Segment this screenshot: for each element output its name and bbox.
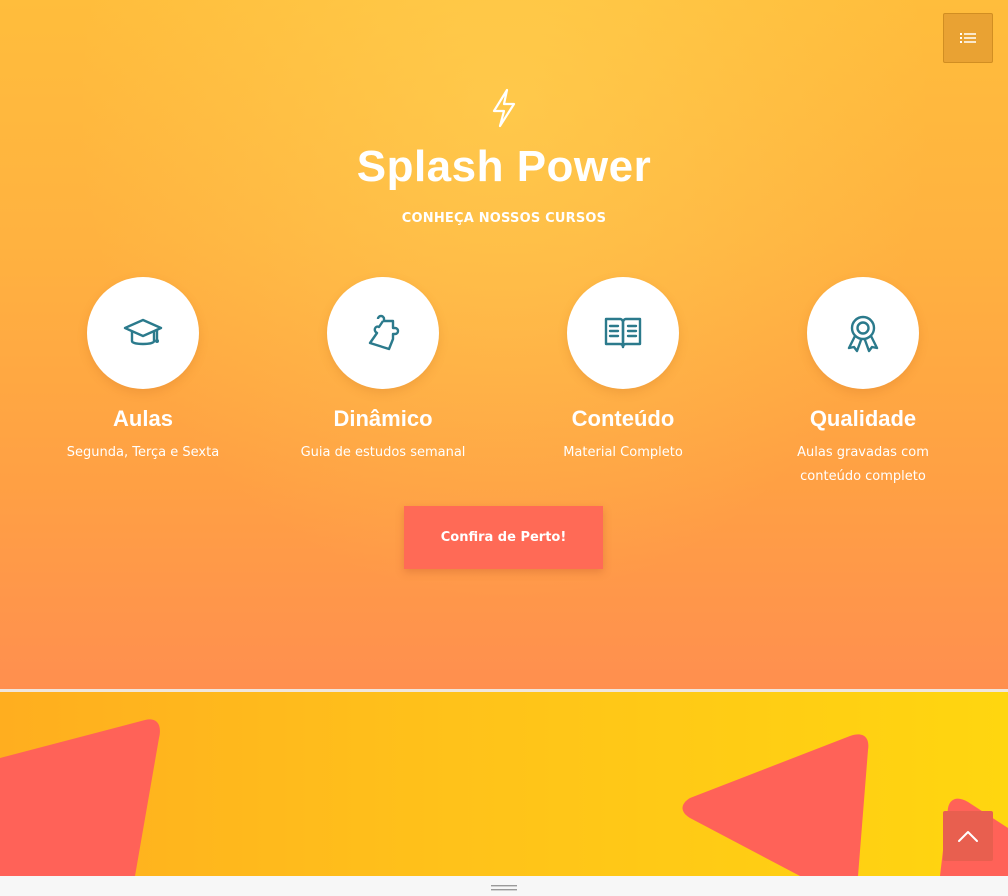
feature-qualidade: Qualidade Aulas gravadas com conteúdo co… xyxy=(743,277,983,489)
feature-text: Guia de estudos semanal xyxy=(300,445,466,460)
page-subtitle: CONHEÇA NOSSOS CURSOS xyxy=(401,211,607,226)
feature-title: Conteúdo xyxy=(571,406,675,431)
feature-title: Dinâmico xyxy=(333,406,433,431)
scroll-to-top-button[interactable] xyxy=(943,811,993,861)
feature-text: Segunda, Terça e Sexta xyxy=(66,445,220,460)
chevron-up-icon xyxy=(958,831,978,842)
menu-button[interactable] xyxy=(943,13,993,63)
decor-triangle-left xyxy=(0,719,160,876)
list-icon xyxy=(960,33,976,43)
feature-conteudo: Conteúdo Material Completo xyxy=(503,277,743,465)
cta-button[interactable]: Confira de Perto! xyxy=(404,506,603,569)
decorative-triangles xyxy=(0,719,1008,876)
feature-text: Material Completo xyxy=(563,445,683,460)
page-title: Splash Power xyxy=(356,142,652,191)
feature-text: Aulas gravadas com conteúdo completo xyxy=(797,445,929,484)
feature-title: Aulas xyxy=(113,406,173,431)
feature-icon-circle xyxy=(87,277,199,389)
feature-icon-circle xyxy=(807,277,919,389)
open-book-icon xyxy=(604,317,642,349)
feature-aulas: Aulas Segunda, Terça e Sexta xyxy=(23,277,263,465)
puzzle-piece-icon xyxy=(368,314,400,351)
feature-icon-circle xyxy=(327,277,439,389)
secondary-section xyxy=(0,692,1008,876)
feature-title: Qualidade xyxy=(809,406,917,431)
hero-section: Splash Power CONHEÇA NOSSOS CURSOS Aulas… xyxy=(0,0,1008,690)
feature-icon-circle xyxy=(567,277,679,389)
drag-handle-icon[interactable] xyxy=(491,885,517,891)
feature-dinamico: Dinâmico Guia de estudos semanal xyxy=(263,277,503,465)
lightning-bolt-icon xyxy=(492,88,516,128)
award-ribbon-icon xyxy=(847,315,879,353)
graduation-cap-icon xyxy=(123,318,163,346)
decor-triangle-middle xyxy=(682,734,869,876)
